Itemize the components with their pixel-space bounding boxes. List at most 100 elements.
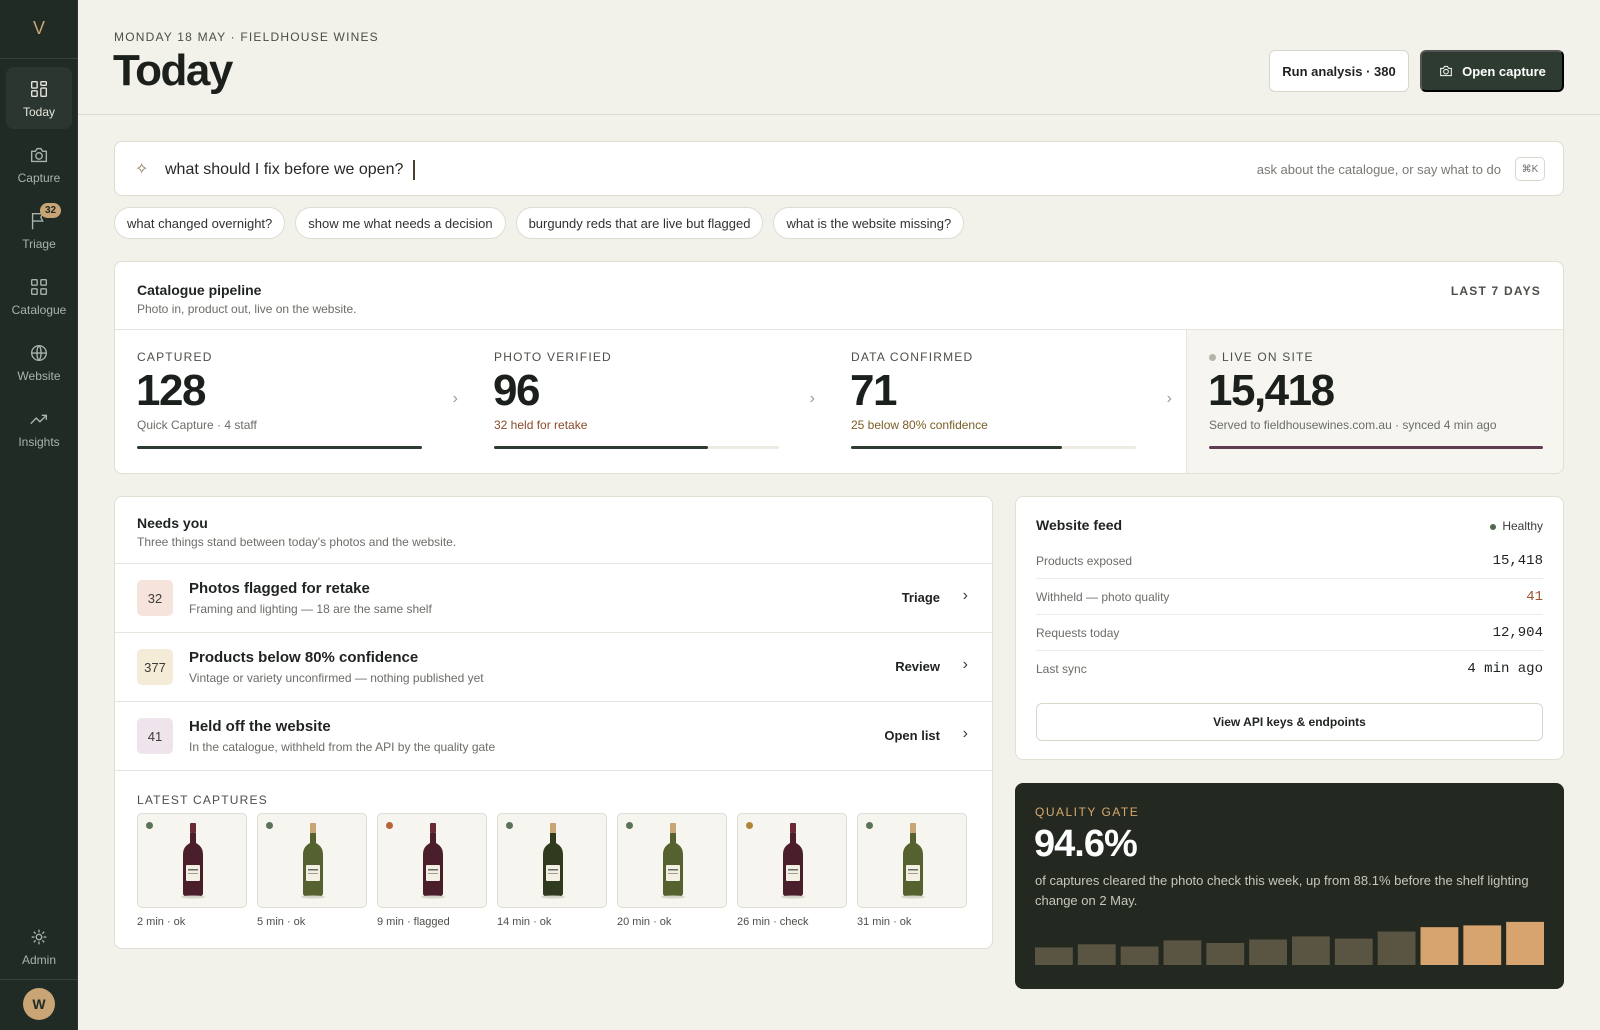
stage-label: PHOTO VERIFIED	[494, 350, 612, 364]
status-dot	[1490, 523, 1497, 530]
feed-row: Products exposed 15,418	[1036, 543, 1543, 579]
chevron-right-icon: ›	[962, 587, 968, 604]
ask-input[interactable]: ✧ what should I fix before we open? ask …	[114, 141, 1564, 196]
need-title: Held off the website	[189, 718, 331, 735]
stage-note: 25 below 80% confidence	[851, 418, 988, 432]
open-list-button[interactable]: Open list	[884, 728, 940, 743]
chevron-right-icon: ›	[809, 390, 815, 407]
quality-bar	[1334, 938, 1373, 965]
nav-item-website[interactable]: Website	[6, 331, 72, 393]
stage-data-confirmed[interactable]: DATA CONFIRMED 71 25 below 80% confidenc…	[829, 330, 1186, 473]
need-item-retake[interactable]: 32 Photos flagged for retake Framing and…	[115, 564, 992, 632]
chevron-right-icon: ›	[1166, 390, 1172, 407]
count-badge: 377	[137, 649, 173, 685]
divider	[78, 114, 1600, 115]
capture-image	[377, 813, 487, 908]
status-dot	[266, 822, 273, 829]
camera-icon	[1440, 65, 1452, 77]
capture-image	[257, 813, 367, 908]
nav-label: Website	[17, 368, 61, 383]
sidebar: V Today Capture 32 Triage Catalogue Webs…	[0, 0, 78, 1030]
card-header: Needs you Three things stand between tod…	[137, 515, 456, 549]
feed-value: 4 min ago	[1467, 661, 1543, 677]
nav-item-insights[interactable]: Insights	[6, 397, 72, 459]
divider	[0, 979, 78, 980]
globe-icon	[30, 344, 48, 361]
stage-label-text: LIVE ON SITE	[1222, 350, 1314, 364]
nav-label: Capture	[17, 170, 61, 185]
chevron-right-icon: ›	[452, 390, 458, 407]
avatar[interactable]: W	[23, 988, 55, 1020]
progress-fill	[1209, 446, 1543, 449]
quality-description: of captures cleared the photo check this…	[1035, 873, 1529, 908]
status-dot	[146, 822, 153, 829]
stage-live-on-site[interactable]: LIVE ON SITE 15,418 Served to fieldhouse…	[1186, 330, 1563, 473]
card-subtitle: Photo in, product out, live on the websi…	[137, 302, 357, 316]
suggestion-chip[interactable]: burgundy reds that are live but flagged	[515, 207, 764, 239]
suggestion-chip[interactable]: show me what needs a decision	[295, 207, 506, 239]
progress-fill	[851, 446, 1062, 449]
quality-gate-card: QUALITY GATE 94.6% of captures cleared t…	[1015, 783, 1564, 989]
feed-value: 41	[1526, 589, 1543, 605]
view-api-keys-button[interactable]: View API keys & endpoints	[1036, 703, 1543, 741]
nav-label: Admin	[21, 952, 56, 967]
progress-track	[851, 446, 1136, 449]
nav-item-catalogue[interactable]: Catalogue	[6, 265, 72, 327]
progress-track	[494, 446, 779, 449]
progress-track	[137, 446, 422, 449]
capture-image	[737, 813, 847, 908]
sparkle-icon: ✧	[135, 161, 149, 178]
suggestion-chips: what changed overnight? show me what nee…	[114, 207, 965, 239]
needs-you-card: Needs you Three things stand between tod…	[114, 496, 993, 949]
open-capture-button[interactable]: Open capture	[1420, 50, 1564, 92]
stage-value: 128	[136, 366, 206, 415]
need-item-confidence[interactable]: 377 Products below 80% confidence Vintag…	[115, 633, 992, 701]
stage-value: 15,418	[1208, 366, 1335, 415]
triage-button[interactable]: Triage	[902, 590, 940, 605]
stage-captured[interactable]: CAPTURED 128 Quick Capture · 4 staff ›	[115, 330, 472, 473]
nav-item-today[interactable]: Today	[6, 67, 72, 129]
stage-photo-verified[interactable]: PHOTO VERIFIED 96 32 held for retake ›	[472, 330, 829, 473]
range-selector[interactable]: LAST 7 DAYS	[1451, 284, 1541, 298]
capture-thumbnail[interactable]: 20 min · ok	[617, 813, 727, 928]
review-button[interactable]: Review	[895, 659, 940, 674]
need-item-held[interactable]: 41 Held off the website In the catalogue…	[115, 702, 992, 770]
progress-fill	[137, 446, 422, 449]
nav-label: Insights	[18, 434, 60, 449]
nav-item-triage[interactable]: 32 Triage	[6, 199, 72, 261]
feed-key: Products exposed	[1036, 554, 1133, 568]
capture-thumbnail[interactable]: 31 min · ok	[857, 813, 967, 928]
logo[interactable]: V	[0, 18, 78, 39]
ask-query[interactable]: what should I fix before we open?	[165, 160, 416, 180]
nav-label: Triage	[22, 236, 56, 251]
nav-label: Catalogue	[11, 302, 67, 317]
capture-thumbnail[interactable]: 26 min · check	[737, 813, 847, 928]
capture-thumbnail[interactable]: 14 min · ok	[497, 813, 607, 928]
run-analysis-button[interactable]: Run analysis · 380	[1269, 50, 1409, 92]
capture-caption: 5 min · ok	[257, 916, 306, 928]
feed-value: 12,904	[1492, 625, 1543, 641]
suggestion-chip[interactable]: what changed overnight?	[114, 207, 286, 239]
stage-note: Quick Capture · 4 staff	[137, 418, 257, 432]
quality-bar	[1463, 925, 1502, 965]
grid-icon	[30, 80, 48, 97]
quality-bar	[1120, 946, 1159, 965]
need-subtitle: In the catalogue, withheld from the API …	[189, 740, 496, 754]
ask-hint: ask about the catalogue, or say what to …	[1256, 162, 1501, 177]
nav-item-admin[interactable]: Admin	[6, 915, 72, 977]
quality-bar	[1077, 944, 1116, 965]
capture-thumbnail[interactable]: 2 min · ok	[137, 813, 247, 928]
feed-row: Requests today 12,904	[1036, 615, 1543, 651]
capture-thumbnail[interactable]: 9 min · flagged	[377, 813, 487, 928]
website-feed-card: Website feed Healthy Products exposed 15…	[1015, 496, 1564, 760]
status-dot	[506, 822, 513, 829]
capture-thumbnail[interactable]: 5 min · ok	[257, 813, 367, 928]
quality-bar-chart	[1035, 921, 1544, 965]
ask-query-text: what should I fix before we open?	[165, 161, 404, 179]
nav-item-capture[interactable]: Capture	[6, 133, 72, 195]
count-badge: 41	[137, 718, 173, 754]
feed-value: 15,418	[1492, 553, 1543, 569]
feed-row: Withheld — photo quality 41	[1036, 579, 1543, 615]
nav-label: Today	[22, 104, 56, 119]
suggestion-chip[interactable]: what is the website missing?	[773, 207, 965, 239]
